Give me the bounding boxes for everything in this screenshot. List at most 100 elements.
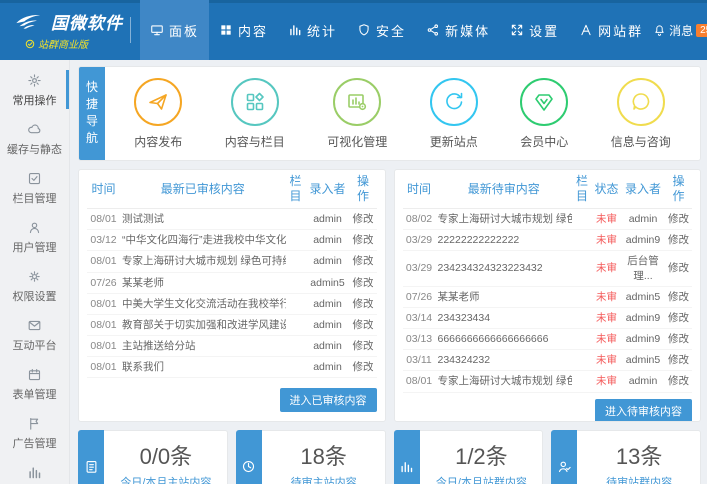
cell-entrant: admin: [306, 209, 350, 230]
plane-icon: [146, 90, 170, 114]
logo-swoosh-icon: [12, 12, 46, 31]
cell-column: [572, 307, 592, 328]
bell-icon: [653, 24, 666, 37]
cell-column: [572, 371, 592, 392]
quicknav-item-visual[interactable]: 可视化管理: [327, 78, 387, 150]
sidebar-item-label: 互动平台: [13, 340, 57, 352]
divider: [130, 17, 131, 43]
edit-link[interactable]: 修改: [350, 209, 377, 230]
table-row: 08/01 测试测试 admin 修改: [87, 209, 377, 230]
nav-item-settings[interactable]: 设置: [500, 0, 569, 60]
sidebar-item-label: 表单管理: [13, 389, 57, 401]
sidebar-item-common-ops[interactable]: 常用操作: [0, 65, 69, 114]
cell-title: 234323434: [436, 307, 573, 328]
cell-entrant: admin: [306, 293, 350, 314]
edit-link[interactable]: 修改: [350, 357, 377, 378]
cell-time: 03/14: [403, 307, 436, 328]
cell-title: “中华文化四海行”走进我校中华文化四海行”走进我校(图文)...: [120, 230, 286, 251]
sidebar-item-stats-mgmt[interactable]: 统计管理: [0, 457, 69, 484]
edit-link[interactable]: 修改: [350, 272, 377, 293]
nav-item-sitegroup[interactable]: 网站群: [569, 0, 653, 60]
edit-link[interactable]: 修改: [350, 314, 377, 335]
cell-entrant: admin: [306, 251, 350, 272]
nav-label: 统计: [307, 21, 337, 40]
sidebar-item-form-mgmt[interactable]: 表单管理: [0, 359, 69, 408]
pending-content-card: 时间 最新待审内容 栏目 状态 录入者 操作 08/02 专家上海研讨大城市规划…: [394, 169, 702, 422]
edit-link[interactable]: 修改: [665, 350, 692, 371]
enter-pending-button[interactable]: 进入待审核内容: [595, 399, 692, 422]
sidebar-item-column-mgmt[interactable]: 栏目管理: [0, 163, 69, 212]
edit-link[interactable]: 修改: [665, 251, 692, 286]
sidebar-item-ad-mgmt[interactable]: 广告管理: [0, 408, 69, 457]
col-header-title: 最新已审核内容: [120, 170, 286, 209]
messages-button[interactable]: 消息 255: [653, 22, 707, 39]
share-icon: [426, 23, 440, 37]
app-title: 国微软件: [51, 9, 123, 34]
table-row: 03/29 22222222222222 未审 admin9 修改: [403, 230, 693, 251]
enter-approved-button[interactable]: 进入已审核内容: [280, 388, 377, 412]
status-badge: 未审: [592, 350, 621, 371]
table-row: 08/01 主站推送给分站 admin 修改: [87, 336, 377, 357]
icon-circle: [617, 78, 665, 126]
edit-link[interactable]: 修改: [350, 230, 377, 251]
nav-item-newmedia[interactable]: 新媒体: [416, 0, 500, 60]
tables-row: 时间 最新已审核内容 栏目 录入者 操作 08/01 测试测试 admin 修改…: [78, 169, 701, 422]
icon-circle: [231, 78, 279, 126]
cell-title: 234324232: [436, 350, 573, 371]
cell-entrant: admin9: [621, 329, 665, 350]
edit-link[interactable]: 修改: [665, 209, 692, 230]
icon-tab: [551, 430, 577, 484]
quicknav-item-info[interactable]: 信息与咨询: [611, 78, 671, 150]
ops-icon: [27, 73, 42, 88]
nav-item-stats[interactable]: 统计: [278, 0, 347, 60]
quicknav-item-member[interactable]: 会员中心: [520, 78, 568, 150]
gear-icon: [27, 269, 42, 284]
quicknav-item-update-site[interactable]: 更新站点: [430, 78, 478, 150]
edit-link[interactable]: 修改: [350, 336, 377, 357]
cell-entrant: admin: [621, 371, 665, 392]
edit-link[interactable]: 修改: [665, 329, 692, 350]
cell-column: [286, 293, 306, 314]
quicknav-item-publish[interactable]: 内容发布: [134, 78, 182, 150]
nav-item-security[interactable]: 安全: [347, 0, 416, 60]
nav-item-panel[interactable]: 面板: [140, 0, 209, 60]
edit-link[interactable]: 修改: [665, 307, 692, 328]
edit-link[interactable]: 修改: [665, 230, 692, 251]
chat-icon: [629, 90, 653, 114]
cell-time: 08/01: [87, 251, 120, 272]
main-nav: 面板 内容 统计 安全 新媒体 设置 网站群: [140, 0, 653, 60]
quicknav-item-content-column[interactable]: 内容与栏目: [225, 78, 285, 150]
stat-label: 待审主站内容: [263, 474, 385, 484]
cell-time: 07/26: [87, 272, 120, 293]
stat-body: 18条 待审主站内容: [263, 431, 385, 484]
messages-label: 消息: [669, 22, 693, 39]
cell-title: 教育部关于切实加强和改进学风建设的实施意见: [120, 314, 286, 335]
sidebar-item-permission[interactable]: 权限设置: [0, 261, 69, 310]
sidebar-item-label: 广告管理: [13, 438, 57, 450]
edit-link[interactable]: 修改: [350, 293, 377, 314]
sidebar-item-cache-static[interactable]: 缓存与静态: [0, 114, 69, 163]
top-header: 国微软件 站群商业版 面板 内容 统计 安全 新媒体 设置 网站群: [0, 0, 707, 60]
stat-value: 1/2条: [421, 439, 543, 471]
cell-title: 22222222222222: [436, 230, 573, 251]
nav-item-content[interactable]: 内容: [209, 0, 278, 60]
grid-icon: [219, 23, 233, 37]
stat-value: 13条: [578, 439, 700, 471]
clipboard-icon: [84, 459, 99, 474]
sidebar-item-interact[interactable]: 互动平台: [0, 310, 69, 359]
cell-column: [286, 336, 306, 357]
cell-column: [572, 230, 592, 251]
edit-link[interactable]: 修改: [350, 251, 377, 272]
edit-link[interactable]: 修改: [665, 371, 692, 392]
cell-entrant: admin9: [621, 307, 665, 328]
stat-label: 今日/本月主站内容: [105, 474, 227, 484]
edit-link[interactable]: 修改: [665, 286, 692, 307]
cell-title: 专家上海研讨大城市规划 绿色可持续城市仍为热点...: [436, 371, 573, 392]
cell-column: [286, 230, 306, 251]
status-badge: 未审: [592, 329, 621, 350]
sidebar-item-user-mgmt[interactable]: 用户管理: [0, 212, 69, 261]
cell-column: [286, 251, 306, 272]
cell-time: 08/01: [87, 357, 120, 378]
cell-time: 08/02: [403, 209, 436, 230]
cell-time: 08/01: [87, 293, 120, 314]
